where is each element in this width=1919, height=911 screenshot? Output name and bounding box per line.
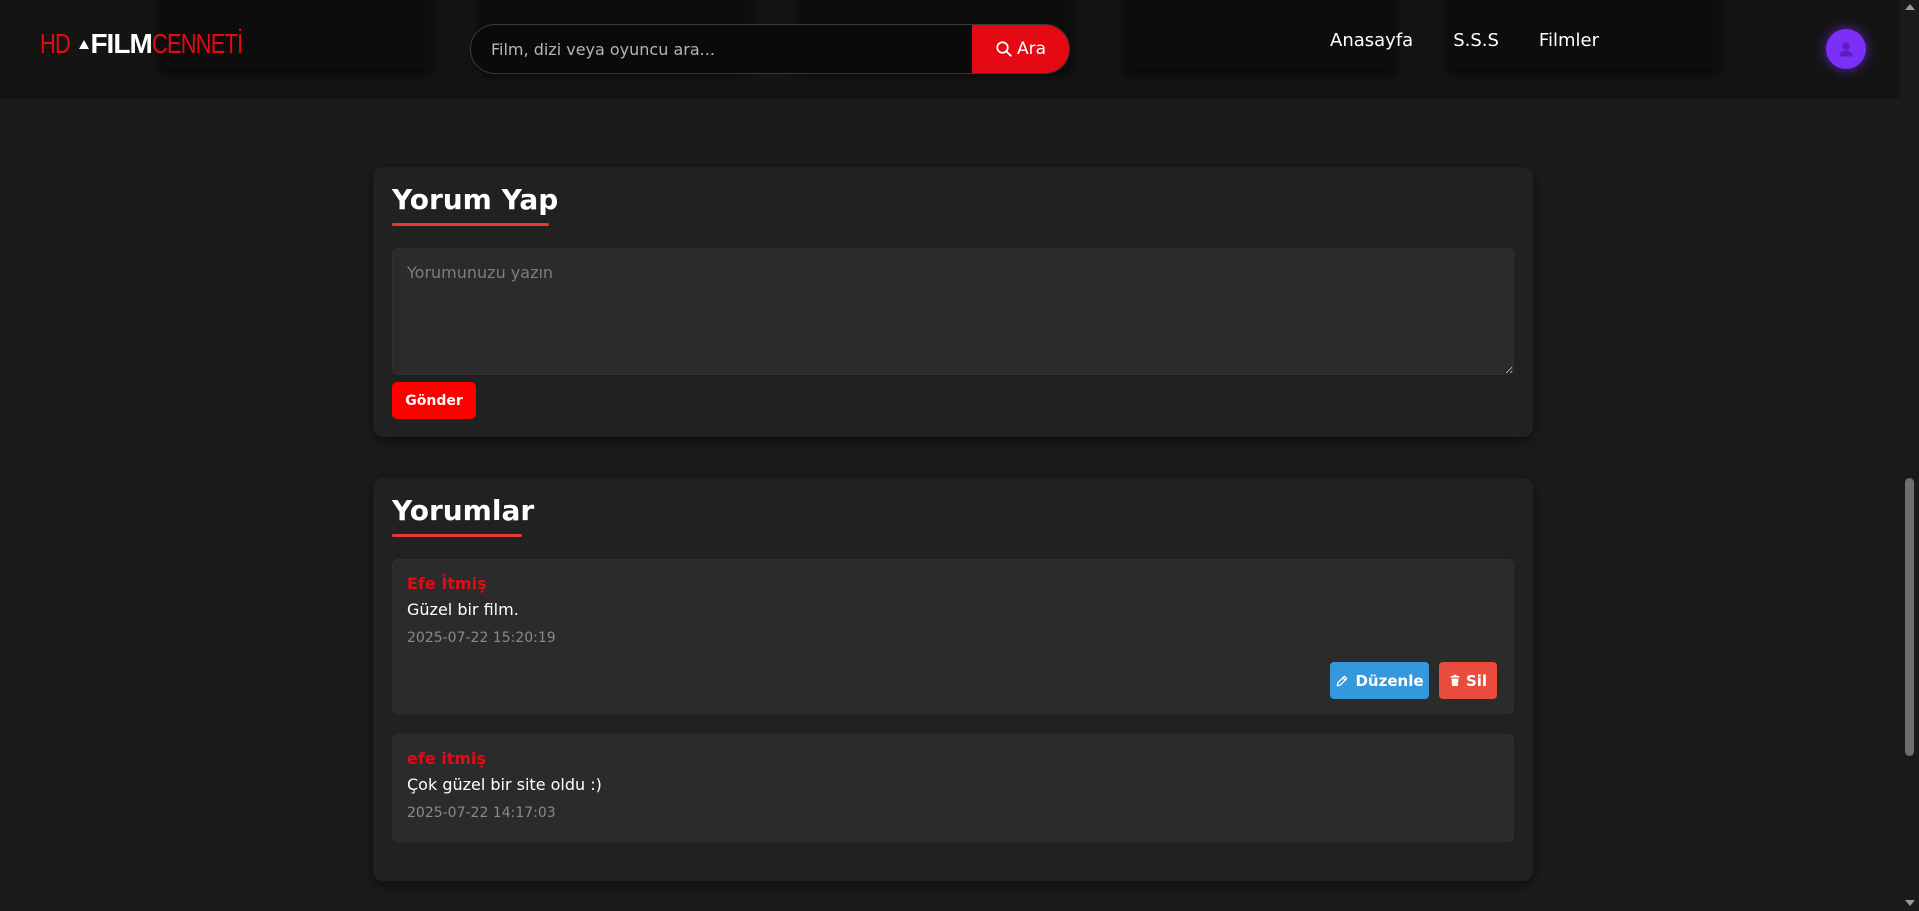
comment-text: Çok güzel bir site oldu :) [407, 775, 602, 794]
page-scrollbar[interactable] [1900, 0, 1919, 911]
nav-link-faq[interactable]: S.S.S [1453, 30, 1499, 51]
pencil-icon [1337, 675, 1348, 686]
edit-button-label: Düzenle [1355, 671, 1424, 690]
scroll-up-arrow-icon[interactable] [1905, 4, 1915, 10]
delete-comment-button[interactable]: Sil [1439, 662, 1497, 699]
nav-link-movies[interactable]: Filmler [1539, 30, 1599, 51]
logo-triangle-icon [79, 39, 90, 49]
comment-author: Efe İtmiş [407, 574, 487, 593]
search-button[interactable]: Ara [972, 25, 1069, 73]
comment-text: Güzel bir film. [407, 600, 519, 619]
search-input[interactable] [471, 25, 972, 73]
title-underline [392, 534, 522, 537]
comment-form-card: Yorum Yap Gönder [373, 167, 1533, 437]
comment-author: efe itmiş [407, 749, 487, 768]
comments-card: Yorumlar Efe İtmiş Güzel bir film. 2025-… [373, 478, 1533, 881]
comments-title: Yorumlar [392, 494, 535, 527]
delete-button-label: Sil [1465, 671, 1488, 690]
comment-item: efe itmiş Çok güzel bir site oldu :) 202… [392, 734, 1514, 842]
user-avatar-button[interactable] [1826, 29, 1866, 69]
scroll-down-arrow-icon[interactable] [1905, 900, 1915, 906]
scrollbar-thumb[interactable] [1905, 478, 1914, 756]
search-icon [996, 41, 1012, 57]
nav-link-home[interactable]: Anasayfa [1330, 30, 1413, 51]
trash-icon [1450, 674, 1460, 686]
comment-date: 2025-07-22 14:17:03 [407, 805, 556, 821]
title-underline [392, 223, 549, 226]
main-nav: Anasayfa S.S.S Filmler [1330, 30, 1639, 51]
comment-date: 2025-07-22 15:20:19 [407, 630, 556, 646]
logo-part-cenneti: CENNETİ [151, 28, 243, 59]
search-bar: Ara [470, 24, 1070, 74]
edit-comment-button[interactable]: Düzenle [1330, 662, 1429, 699]
comment-item: Efe İtmiş Güzel bir film. 2025-07-22 15:… [392, 559, 1514, 714]
comment-textarea[interactable] [392, 248, 1514, 375]
top-navbar: HD FILM CENNETİ Ara Anasayfa S.S.S Filml… [0, 0, 1900, 99]
submit-comment-button[interactable]: Gönder [392, 382, 476, 419]
logo-part-hd: HD [40, 28, 71, 59]
comment-form-title: Yorum Yap [392, 183, 559, 216]
site-logo[interactable]: HD FILM CENNETİ [40, 28, 268, 60]
user-icon [1839, 42, 1853, 57]
search-button-label: Ara [1016, 39, 1047, 59]
logo-part-film: FILM [90, 28, 152, 59]
